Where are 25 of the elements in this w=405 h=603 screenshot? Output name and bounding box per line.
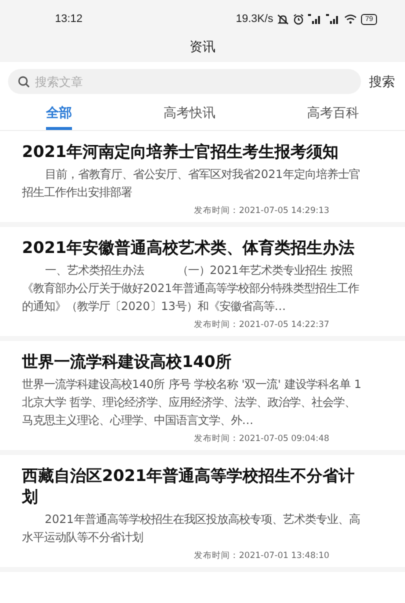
signal-icon [326, 14, 340, 24]
signal-icon [308, 14, 322, 24]
publish-time: 发布时间：2021-07-05 09:04:48 [194, 434, 330, 445]
network-speed: 19.3K/s [236, 13, 274, 25]
alarm-icon [293, 14, 304, 24]
tab[interactable]: 高考百科 [307, 104, 360, 130]
article-summary: 世界一流学科建设高校140所 序号 学校名称 '双一流' 建设学科名单 1 北京大学 哲学、理论经济学、应用经济学、法学、政治学、社会学、马克思主义理论、心理学、中国语言文学、外… [22, 376, 362, 429]
status-time: 13:12 [55, 13, 83, 25]
article-title[interactable]: 世界一流学科建设高校140所 [22, 351, 365, 372]
article-summary: 2021年普通高等学校招生在我区投放高校专项、艺术类专业、高水平运动队等不分省计划 [22, 511, 361, 546]
tab[interactable]: 全部 [46, 104, 72, 130]
publish-time: 发布时间：2021-07-01 13:48:10 [194, 551, 330, 562]
mute-icon [277, 14, 290, 24]
article-title[interactable]: 2021年安徽普通高校艺术类、体育类招生办法 [22, 237, 365, 258]
article-summary: 目前，省教育厅、省公安厅、省军区对我省2021年定向培养士官招生工作作出安排部署 [22, 166, 361, 201]
page-title: 资讯 [190, 39, 216, 56]
search-button[interactable]: 搜索 [369, 72, 395, 90]
article-summary: 一、艺术类招生办法 （一）2021年艺术类专业招生 按照《教育部办公厅关于做好2021年普通高等学校部分特殊类型招生工作的通知》（教学厅〔2020〕13号）和《安徽省高等… [22, 262, 360, 315]
publish-time: 发布时间：2021-07-05 14:22:37 [194, 320, 330, 331]
article-title[interactable]: 2021年河南定向培养士官招生考生报考须知 [22, 141, 365, 162]
wifi-icon [344, 14, 358, 24]
article-title[interactable]: 西藏自治区2021年普通高等学校招生不分省计划 [22, 465, 365, 507]
search-field[interactable]: 搜索文章 [8, 69, 361, 94]
publish-time: 发布时间：2021-07-05 14:29:13 [194, 206, 330, 217]
tab[interactable]: 高考快讯 [163, 104, 216, 130]
